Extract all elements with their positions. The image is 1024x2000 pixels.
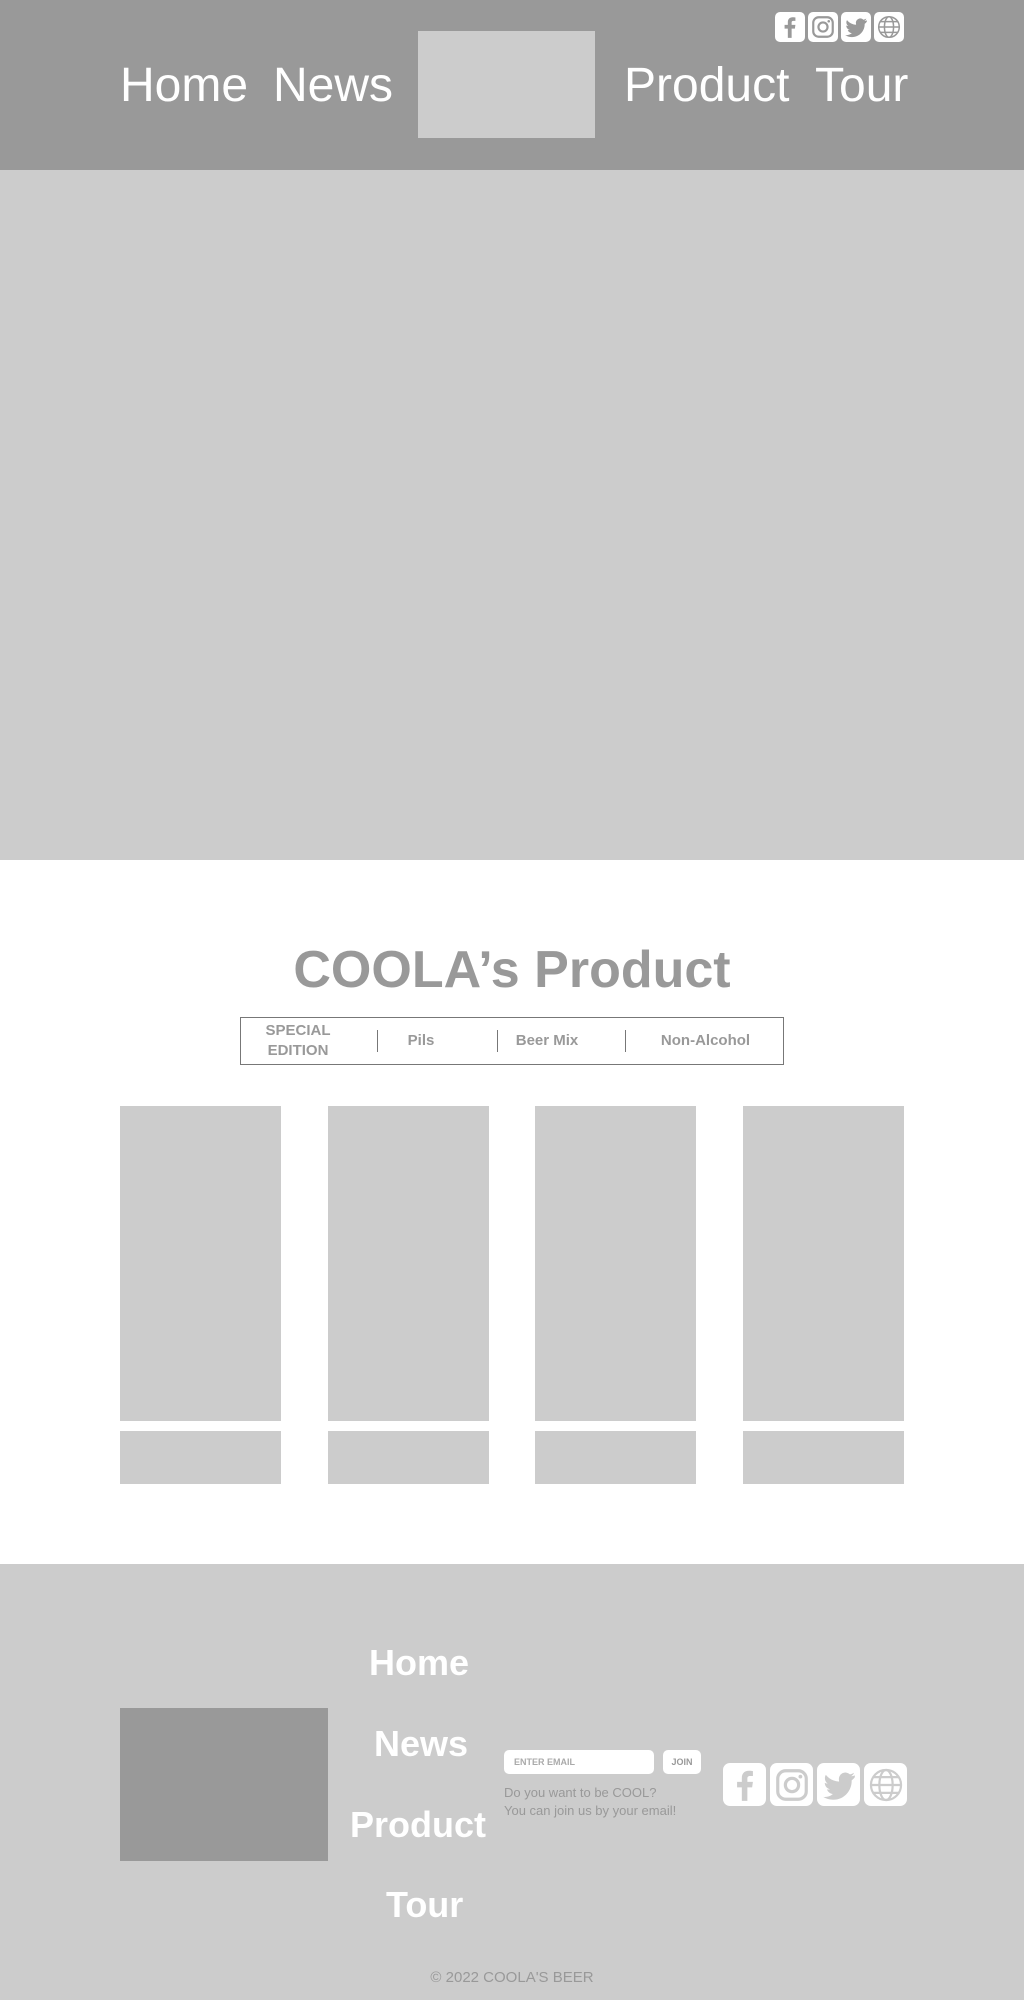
product-category-tabs: SPECIAL EDITION Pils Beer Mix Non-Alcoho… bbox=[240, 1017, 784, 1065]
product-caption-placeholder bbox=[535, 1431, 696, 1484]
footer-logo-placeholder bbox=[120, 1708, 328, 1861]
nav-home-link[interactable]: Home bbox=[120, 58, 248, 114]
product-image-placeholder[interactable] bbox=[535, 1106, 696, 1421]
product-caption-placeholder bbox=[328, 1431, 489, 1484]
footer-nav-news-link[interactable]: News bbox=[374, 1723, 468, 1765]
product-card[interactable] bbox=[743, 1106, 904, 1484]
product-caption-placeholder bbox=[120, 1431, 281, 1484]
site-footer: Home News Product Tour JOIN Do you want … bbox=[0, 1564, 1024, 2000]
product-image-placeholder[interactable] bbox=[328, 1106, 489, 1421]
logo-image-placeholder[interactable] bbox=[418, 31, 595, 138]
nav-product-link[interactable]: Product bbox=[624, 58, 789, 114]
globe-icon[interactable] bbox=[864, 1763, 907, 1806]
product-card[interactable] bbox=[328, 1106, 489, 1484]
product-image-placeholder[interactable] bbox=[120, 1106, 281, 1421]
tab-beer-mix[interactable]: Beer Mix bbox=[497, 1018, 597, 1064]
footer-nav-tour-link[interactable]: Tour bbox=[386, 1884, 463, 1926]
product-image-placeholder[interactable] bbox=[743, 1106, 904, 1421]
newsletter-text: Do you want to be COOL? You can join us … bbox=[504, 1784, 676, 1820]
products-section-title: COOLA’s Product bbox=[293, 941, 731, 999]
globe-icon[interactable] bbox=[874, 12, 904, 42]
facebook-icon[interactable] bbox=[723, 1763, 766, 1806]
newsletter-line-1: Do you want to be COOL? bbox=[504, 1785, 657, 1800]
product-card[interactable] bbox=[535, 1106, 696, 1484]
tab-pils[interactable]: Pils bbox=[378, 1018, 464, 1064]
footer-social-links bbox=[723, 1763, 907, 1806]
join-button[interactable]: JOIN bbox=[663, 1750, 701, 1774]
footer-nav-home-link[interactable]: Home bbox=[369, 1642, 469, 1684]
facebook-icon[interactable] bbox=[775, 12, 805, 42]
tab-non-alcohol[interactable]: Non-Alcohol bbox=[626, 1018, 785, 1064]
copyright-text: © 2022 COOLA'S BEER bbox=[430, 1969, 594, 1986]
nav-tour-link[interactable]: Tour bbox=[815, 58, 908, 114]
hero-image-placeholder bbox=[0, 170, 1024, 860]
nav-news-link[interactable]: News bbox=[273, 58, 393, 114]
product-card[interactable] bbox=[120, 1106, 281, 1484]
site-header: Home News Product Tour bbox=[0, 0, 1024, 170]
header-social-links bbox=[775, 12, 904, 42]
instagram-icon[interactable] bbox=[770, 1763, 813, 1806]
instagram-icon[interactable] bbox=[808, 12, 838, 42]
tab-special-edition[interactable]: SPECIAL EDITION bbox=[241, 1018, 355, 1064]
twitter-icon[interactable] bbox=[841, 12, 871, 42]
email-field[interactable] bbox=[504, 1750, 654, 1774]
twitter-icon[interactable] bbox=[817, 1763, 860, 1806]
footer-nav-product-link[interactable]: Product bbox=[350, 1804, 486, 1846]
newsletter-line-2: You can join us by your email! bbox=[504, 1803, 677, 1818]
product-caption-placeholder bbox=[743, 1431, 904, 1484]
